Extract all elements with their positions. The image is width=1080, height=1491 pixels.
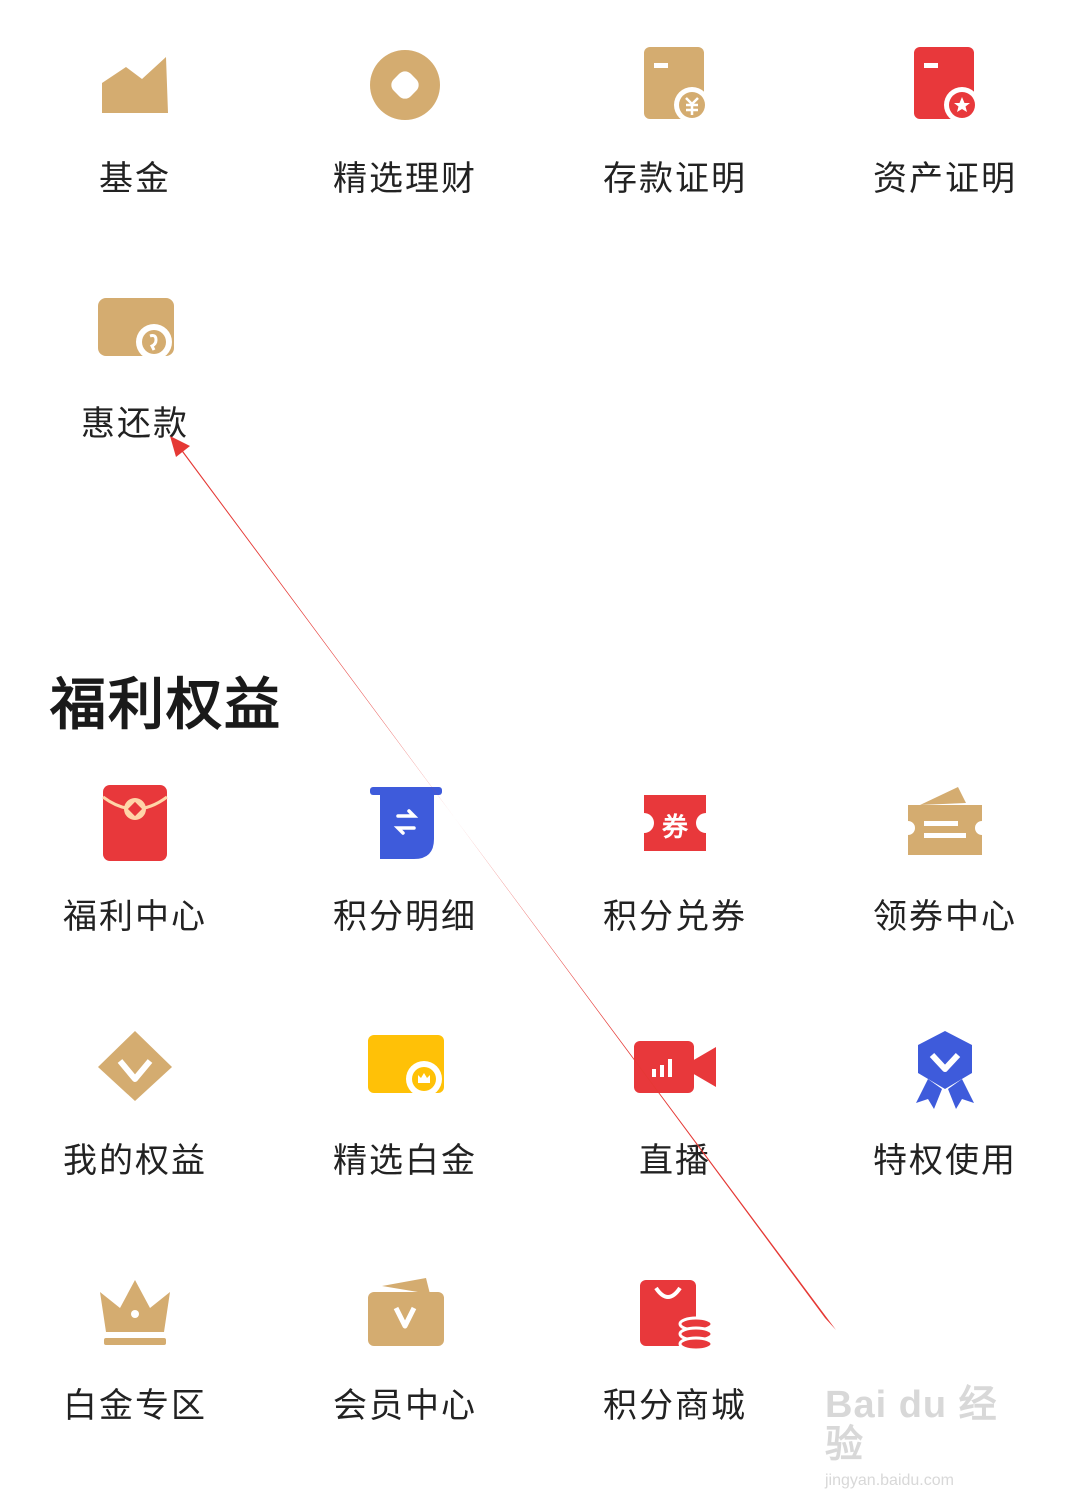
grid-item-label: 特权使用: [873, 1141, 1017, 1181]
grid-item-label: 直播: [639, 1141, 711, 1181]
grid-item-label: 基金: [99, 159, 171, 199]
crown-icon: [90, 1272, 180, 1362]
grid-item-welfare-center[interactable]: 福利中心: [0, 783, 270, 983]
section-title-benefits: 福利权益: [50, 673, 282, 738]
watermark-url: jingyan.baidu.com: [825, 1472, 954, 1489]
diamond-icon: [90, 1027, 180, 1117]
grid-item-asset-certificate[interactable]: 资产证明: [810, 45, 1080, 245]
grid-item-live[interactable]: 直播: [540, 1027, 810, 1227]
grid-item-label: 惠还款: [81, 404, 189, 444]
grid-item-label: 精选白金: [333, 1141, 477, 1181]
coupon-badge-text: 券: [662, 813, 689, 843]
member-wallet-icon: [360, 1272, 450, 1362]
points-detail-icon: [360, 783, 450, 873]
watermark: Bai du 经验 jingyan.baidu.com: [825, 1384, 1035, 1489]
grid-item-easy-repayment[interactable]: 惠还款: [0, 290, 270, 490]
grid-item-selected-wealth[interactable]: 精选理财: [270, 45, 540, 245]
grid-item-points-coupon[interactable]: 券 积分兑券: [540, 783, 810, 983]
grid-item-label: 我的权益: [63, 1141, 207, 1181]
grid-item-label: 领券中心: [873, 897, 1017, 937]
grid-item-label: 积分兑券: [603, 897, 747, 937]
coupon-exchange-icon: 券: [630, 783, 720, 873]
grid-item-label: 福利中心: [63, 897, 207, 937]
ticket-icon: [900, 783, 990, 873]
privilege-badge-icon: [900, 1027, 990, 1117]
grid-item-label: 精选理财: [333, 159, 477, 199]
grid-item-label: 积分商城: [603, 1386, 747, 1426]
grid-item-label: 资产证明: [873, 159, 1017, 199]
asset-certificate-icon: [900, 45, 990, 135]
live-camera-icon: [630, 1027, 720, 1117]
grid-item-my-benefits[interactable]: 我的权益: [0, 1027, 270, 1227]
grid-item-label: 存款证明: [603, 159, 747, 199]
fund-chart-icon: [90, 45, 180, 135]
grid-item-selected-platinum[interactable]: 精选白金: [270, 1027, 540, 1227]
grid-item-label: 积分明细: [333, 897, 477, 937]
grid-item-member-center[interactable]: 会员中心: [270, 1272, 540, 1472]
grid-item-points-detail[interactable]: 积分明细: [270, 783, 540, 983]
red-envelope-icon: [90, 783, 180, 873]
grid-item-platinum-zone[interactable]: 白金专区: [0, 1272, 270, 1472]
watermark-brand: Bai du 经验: [825, 1384, 998, 1466]
grid-item-coupon-center[interactable]: 领券中心: [810, 783, 1080, 983]
grid-item-fund[interactable]: 基金: [0, 45, 270, 245]
grid-item-privilege-use[interactable]: 特权使用: [810, 1027, 1080, 1227]
platinum-card-icon: [360, 1027, 450, 1117]
grid-item-points-mall[interactable]: 积分商城: [540, 1272, 810, 1472]
grid-item-deposit-certificate[interactable]: 存款证明: [540, 45, 810, 245]
points-mall-bag-icon: [630, 1272, 720, 1362]
grid-item-label: 白金专区: [63, 1386, 207, 1426]
deposit-certificate-icon: [630, 45, 720, 135]
grid-item-label: 会员中心: [333, 1386, 477, 1426]
wealth-coin-icon: [360, 45, 450, 135]
repayment-wallet-icon: [90, 290, 180, 380]
